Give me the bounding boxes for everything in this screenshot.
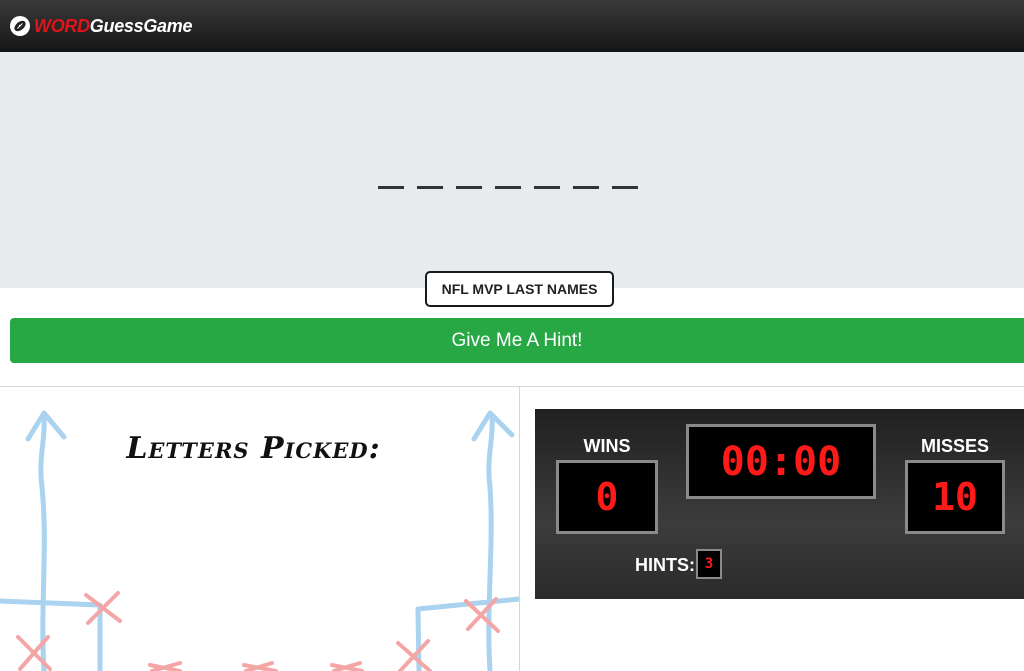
brand-word: WORD <box>34 15 90 36</box>
column-divider <box>519 386 520 671</box>
wins-counter: 0 <box>556 460 658 534</box>
misses-label: MISSES <box>920 436 990 456</box>
word-blanks <box>378 186 638 189</box>
wins-label: WINS <box>583 436 631 456</box>
brand-name: WORDGuessGame <box>34 16 192 37</box>
letters-picked-panel: Letters Picked: <box>0 387 519 671</box>
hint-button[interactable]: Give Me A Hint! <box>10 318 1024 363</box>
letter-blank <box>573 186 599 189</box>
letter-blank <box>456 186 482 189</box>
scoreboard: WINS 0 00:00 MISSES 10 HINTS: 3 <box>535 409 1024 599</box>
brand-rest: GuessGame <box>89 15 193 36</box>
letters-picked-title: Letters Picked: <box>126 431 381 466</box>
letter-blank <box>534 186 560 189</box>
letter-blank <box>378 186 404 189</box>
misses-counter: 10 <box>905 460 1005 534</box>
letter-blank <box>417 186 443 189</box>
play-diagram-background <box>0 410 519 671</box>
word-display-area <box>0 52 1024 288</box>
category-label: NFL MVP LAST NAMES <box>425 271 614 307</box>
football-icon <box>10 16 30 36</box>
timer-display: 00:00 <box>686 424 876 499</box>
hints-label: HINTS: <box>635 555 695 575</box>
top-navbar: WORDGuessGame <box>0 0 1024 52</box>
brand-logo[interactable]: WORDGuessGame <box>10 16 192 37</box>
letter-blank <box>612 186 638 189</box>
letter-blank <box>495 186 521 189</box>
hints-counter: 3 <box>696 549 722 579</box>
